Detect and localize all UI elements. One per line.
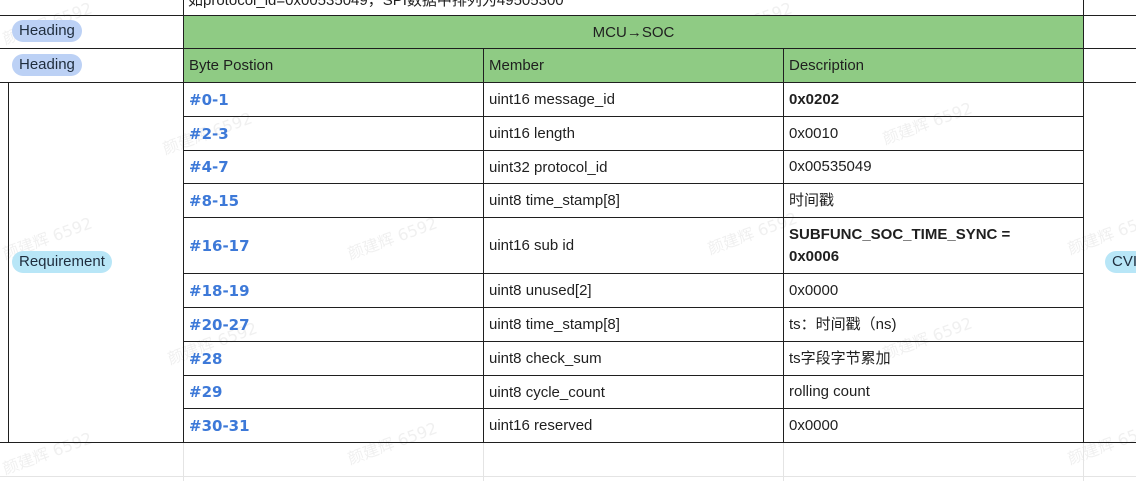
description-text: 0x0000: [789, 281, 839, 299]
description-text: ts字段字节累加: [789, 349, 891, 367]
member-text: uint16 sub id: [489, 237, 575, 254]
top-note-cell[interactable]: 如protocol_id=0x00535049，SPI数据中排列为4950530…: [183, 0, 1083, 15]
table-border: [183, 116, 1084, 117]
description-cell[interactable]: 0x0000: [784, 409, 1083, 442]
table-border: [0, 82, 1136, 83]
description-text: 0x0202: [789, 90, 840, 108]
table-border: [183, 375, 1084, 376]
byte-position-text: #20-27: [189, 315, 250, 334]
grid-line: [0, 476, 1136, 477]
description-text: 0x0010: [789, 124, 839, 142]
description-text: 0x00535049: [789, 158, 872, 175]
byte-position-cell[interactable]: #8-15: [184, 184, 483, 217]
header-description-label: Description: [789, 57, 865, 74]
header-description[interactable]: Description: [784, 49, 1083, 82]
description-text: 时间戳: [789, 191, 835, 209]
byte-position-cell[interactable]: #16-17: [184, 218, 483, 273]
member-cell[interactable]: uint8 time_stamp[8]: [484, 184, 783, 217]
byte-position-cell[interactable]: #28: [184, 342, 483, 375]
member-cell[interactable]: uint8 cycle_count: [484, 376, 783, 408]
member-text: uint8 time_stamp[8]: [489, 192, 620, 209]
member-cell[interactable]: uint16 reserved: [484, 409, 783, 442]
requirement-label[interactable]: Requirement: [12, 251, 112, 273]
table-border: [183, 307, 1084, 308]
member-cell[interactable]: uint16 message_id: [484, 83, 783, 116]
table-border: [183, 408, 1084, 409]
description-cell[interactable]: SUBFUNC_SOC_TIME_SYNC = 0x0006: [784, 218, 1083, 273]
member-text: uint32 protocol_id: [489, 158, 608, 176]
description-cell[interactable]: 0x0202: [784, 83, 1083, 116]
table-border: [0, 442, 1136, 443]
description-cell[interactable]: ts：时间戳（ns): [784, 308, 1083, 341]
table-border: [0, 15, 1136, 16]
byte-position-cell[interactable]: #4-7: [184, 151, 483, 183]
description-cell[interactable]: 0x0010: [784, 117, 1083, 150]
byte-position-cell[interactable]: #30-31: [184, 409, 483, 442]
heading-label-2[interactable]: Heading: [12, 54, 82, 76]
byte-position-text: #29: [189, 383, 223, 401]
table-border: [183, 341, 1084, 342]
table-border: [183, 0, 184, 443]
member-cell[interactable]: uint8 time_stamp[8]: [484, 308, 783, 341]
table-border: [183, 273, 1084, 274]
description-cell[interactable]: 0x00535049: [784, 151, 1083, 183]
member-cell[interactable]: uint32 protocol_id: [484, 151, 783, 183]
byte-position-text: #8-15: [189, 191, 240, 210]
byte-position-cell[interactable]: #0-1: [184, 83, 483, 116]
description-text: SUBFUNC_SOC_TIME_SYNC =: [789, 225, 1011, 243]
byte-position-text: #18-19: [189, 281, 250, 300]
table-border: [783, 48, 784, 443]
member-cell[interactable]: uint8 unused[2]: [484, 274, 783, 307]
description-cell[interactable]: 时间戳: [784, 184, 1083, 217]
byte-position-cell[interactable]: #29: [184, 376, 483, 408]
byte-position-text: #28: [189, 349, 223, 368]
table-border: [183, 183, 1084, 184]
requirement-label-right[interactable]: CVI: [1105, 251, 1136, 273]
byte-position-cell[interactable]: #2-3: [184, 117, 483, 150]
header-member[interactable]: Member: [484, 49, 783, 82]
watermark: 颜建辉 6592: [0, 428, 95, 479]
header-member-label: Member: [489, 57, 545, 74]
byte-position-text: #4-7: [189, 158, 229, 176]
byte-position-text: #2-3: [189, 124, 229, 143]
description-text: 0x0000: [789, 416, 839, 434]
header-byte-position[interactable]: Byte Postion: [184, 49, 483, 82]
table-title[interactable]: MCU→SOC: [184, 16, 1083, 48]
table-border: [183, 217, 1084, 218]
header-byte-position-label: Byte Postion: [189, 57, 274, 74]
member-text: uint16 message_id: [489, 91, 615, 108]
member-text: uint8 cycle_count: [489, 383, 605, 401]
table-title-text: MCU→SOC: [592, 23, 675, 41]
member-text: uint8 time_stamp[8]: [489, 316, 620, 333]
byte-position-text: #30-31: [189, 416, 250, 435]
table-border: [0, 48, 1136, 49]
member-text: uint16 reserved: [489, 417, 593, 434]
member-text: uint8 unused[2]: [489, 282, 592, 299]
heading-label-1[interactable]: Heading: [12, 20, 82, 42]
member-cell[interactable]: uint16 length: [484, 117, 783, 150]
byte-position-text: #16-17: [189, 236, 250, 255]
table-border: [8, 82, 9, 443]
description-text: ts：时间戳（ns): [789, 315, 897, 333]
member-text: uint8 check_sum: [489, 350, 602, 367]
table-border: [183, 150, 1084, 151]
description-cell[interactable]: rolling count: [784, 376, 1083, 408]
top-note-text: 如protocol_id=0x00535049，SPI数据中排列为4950530…: [188, 0, 564, 9]
description-cell[interactable]: 0x0000: [784, 274, 1083, 307]
member-text: uint16 length: [489, 125, 575, 142]
table-border: [483, 48, 484, 443]
description-text: rolling count: [789, 383, 870, 400]
description-text-line2: 0x0006: [789, 247, 840, 265]
description-cell[interactable]: ts字段字节累加: [784, 342, 1083, 375]
member-cell[interactable]: uint8 check_sum: [484, 342, 783, 375]
byte-position-text: #0-1: [189, 90, 229, 109]
table-border: [1083, 0, 1084, 443]
byte-position-cell[interactable]: #20-27: [184, 308, 483, 341]
member-cell[interactable]: uint16 sub id: [484, 218, 783, 273]
byte-position-cell[interactable]: #18-19: [184, 274, 483, 307]
